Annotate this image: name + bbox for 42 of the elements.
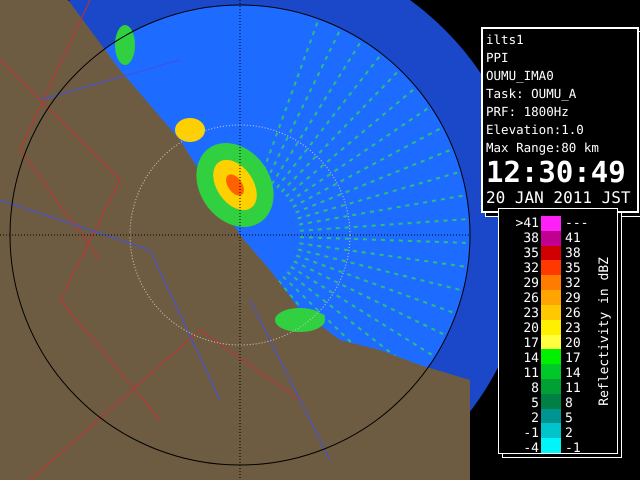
- legend-value: ---: [564, 216, 590, 231]
- legend-value: -1: [522, 426, 540, 441]
- legend-value: 8: [530, 381, 540, 396]
- elevation-label: Elevation:1.0: [486, 121, 585, 139]
- legend-value: 41: [564, 231, 582, 246]
- legend-value: 35: [522, 246, 540, 261]
- legend-value: 26: [522, 291, 540, 306]
- legend-value: 38: [564, 246, 582, 261]
- legend-value: 5: [564, 411, 574, 426]
- product-label: OUMU_IMA0: [486, 67, 555, 85]
- time-label: 12:30:49: [486, 157, 627, 187]
- legend-value: 23: [522, 306, 540, 321]
- legend-value: 20: [522, 321, 540, 336]
- legend-value: -4: [522, 441, 540, 456]
- legend-value: 32: [564, 276, 582, 291]
- legend-value: 11: [564, 381, 582, 396]
- legend-value: 17: [522, 336, 540, 351]
- legend-value: >41: [514, 216, 540, 231]
- legend-value: 2: [564, 426, 574, 441]
- legend-value: 2: [530, 411, 540, 426]
- prf-label: PRF: 1800Hz: [486, 103, 570, 121]
- legend-value: 20: [564, 336, 582, 351]
- legend-value: 26: [564, 306, 582, 321]
- legend-value: 35: [564, 261, 582, 276]
- legend-value: 8: [564, 396, 574, 411]
- date-label: 20 JAN 2011 JST: [486, 187, 632, 209]
- legend-value: -1: [564, 441, 582, 456]
- legend-value: 29: [564, 291, 582, 306]
- station-label: ilts1: [486, 31, 525, 49]
- legend-value: 23: [564, 321, 582, 336]
- legend-value: 14: [564, 366, 582, 381]
- max-range-label: Max Range:80 km: [486, 139, 600, 157]
- legend-value: 17: [564, 351, 582, 366]
- legend-title: Reflectivity in dBZ: [597, 256, 612, 406]
- legend-value: 32: [522, 261, 540, 276]
- legend-value: 5: [530, 396, 540, 411]
- legend-value: 29: [522, 276, 540, 291]
- legend-value: 38: [522, 231, 540, 246]
- scan-mode-label: PPI: [486, 49, 510, 67]
- legend-value: 14: [522, 351, 540, 366]
- legend-value: 11: [522, 366, 540, 381]
- task-label: Task: OUMU_A: [486, 85, 578, 103]
